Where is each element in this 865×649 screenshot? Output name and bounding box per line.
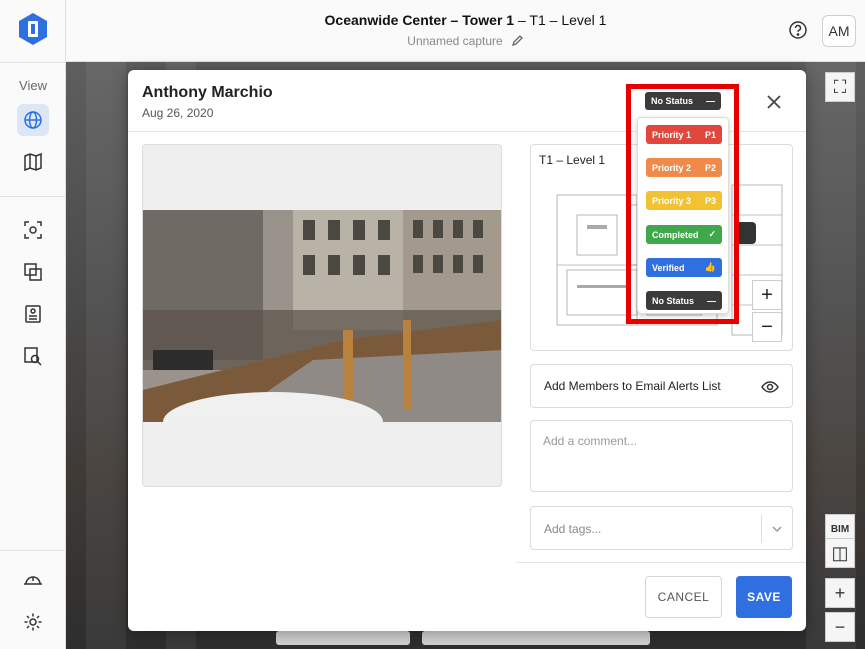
sidebar-divider: [0, 196, 66, 197]
header: Oceanwide Center – Tower 1 – T1 – Level …: [66, 0, 865, 62]
capture-photo: [143, 210, 501, 422]
status-select[interactable]: No Status —: [645, 92, 721, 110]
fullscreen-icon[interactable]: ⛶: [825, 72, 855, 102]
map-zoom-out-button[interactable]: −: [752, 312, 782, 342]
floor-plan-title: T1 – Level 1: [539, 153, 606, 167]
layers-icon[interactable]: [17, 256, 49, 288]
capture-name[interactable]: Unnamed capture: [66, 34, 865, 50]
tags-separator: [761, 515, 762, 543]
page-title: Oceanwide Center – Tower 1 – T1 – Level …: [324, 12, 607, 28]
settings-icon[interactable]: [17, 606, 49, 638]
pencil-icon[interactable]: [511, 34, 524, 50]
globe-icon[interactable]: [17, 104, 49, 136]
thumbs-up-icon: 👍: [704, 262, 716, 272]
cancel-button[interactable]: CANCEL: [645, 576, 722, 618]
sidebar-divider: [0, 62, 66, 63]
avatar[interactable]: AM: [822, 15, 856, 47]
footer-divider: [516, 562, 806, 563]
bottom-toolbar[interactable]: [276, 631, 410, 645]
capture-icon[interactable]: [17, 214, 49, 246]
view-label: View: [19, 78, 47, 93]
photo-panel: [142, 144, 502, 487]
help-icon[interactable]: [788, 20, 808, 40]
tags-placeholder: Add tags...: [544, 522, 602, 536]
document-icon[interactable]: [17, 298, 49, 330]
status-dropdown: Priority 1 P1 Priority 2 P2 Priority 3 P3 C…: [637, 117, 729, 314]
viewer-zoom-in-button[interactable]: +: [825, 578, 855, 608]
email-alerts-button[interactable]: Add Members to Email Alerts List: [530, 364, 793, 408]
bottom-toolbar[interactable]: [422, 631, 650, 645]
status-option-verified[interactable]: Verified 👍: [646, 258, 722, 277]
building-column: [86, 62, 126, 649]
search-doc-icon[interactable]: [17, 340, 49, 372]
status-current: No Status: [651, 96, 694, 106]
save-button[interactable]: SAVE: [736, 576, 792, 618]
app-logo[interactable]: [16, 12, 50, 46]
location-pin-icon[interactable]: [734, 222, 756, 244]
check-circle-icon: ✓: [708, 229, 716, 239]
dash-icon: —: [706, 96, 715, 106]
close-icon[interactable]: [764, 92, 784, 112]
status-option-no-status[interactable]: No Status —: [646, 291, 722, 310]
hard-hat-icon[interactable]: [17, 564, 49, 596]
map-icon[interactable]: [17, 146, 49, 178]
viewer-zoom-out-button[interactable]: −: [825, 612, 855, 642]
status-option-priority-1[interactable]: Priority 1 P1: [646, 125, 722, 144]
status-option-completed[interactable]: Completed ✓: [646, 225, 722, 244]
capture-date: Aug 26, 2020: [142, 106, 214, 120]
status-option-priority-3[interactable]: Priority 3 P3: [646, 191, 722, 210]
eye-icon[interactable]: [761, 379, 779, 395]
email-alerts-label: Add Members to Email Alerts List: [544, 379, 721, 393]
sidebar-divider: [0, 550, 66, 551]
sidebar: View: [0, 0, 66, 649]
map-zoom-in-button[interactable]: +: [752, 280, 782, 310]
author-name: Anthony Marchio: [142, 84, 273, 101]
split-view-icon[interactable]: ◫: [825, 538, 855, 568]
status-option-priority-2[interactable]: Priority 2 P2: [646, 158, 722, 177]
comment-input[interactable]: [530, 420, 793, 492]
tags-select[interactable]: Add tags...: [530, 506, 793, 550]
chevron-down-icon[interactable]: [771, 523, 783, 535]
